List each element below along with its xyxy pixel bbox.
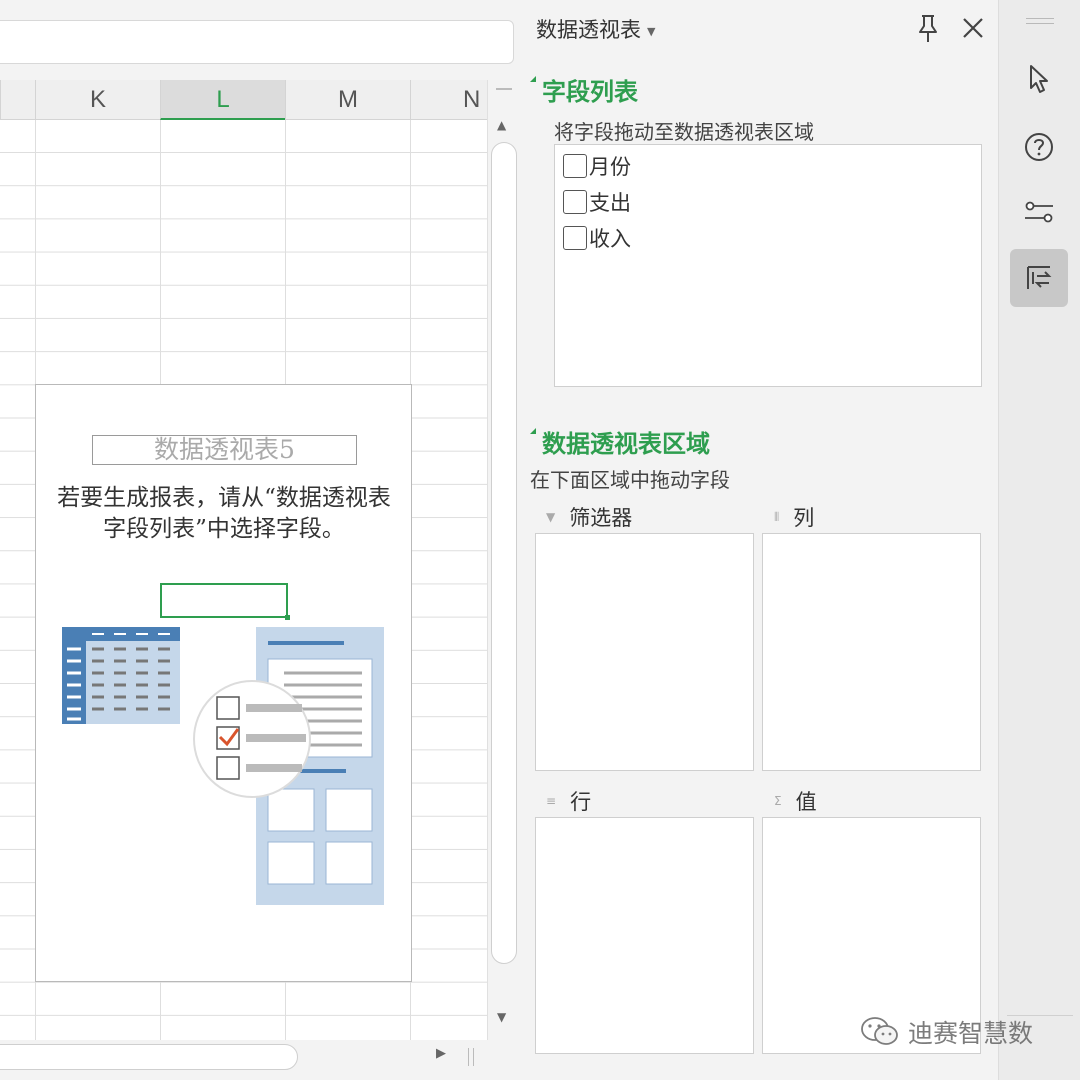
- spreadsheet-area: K L M N 数据透视表5 若要生成报表，请从“数据透视表字段列表”中选择字段…: [0, 0, 518, 1080]
- field-checkbox[interactable]: [563, 154, 587, 178]
- column-header-l[interactable]: L: [160, 80, 285, 120]
- field-list: 月份 支出 收入: [554, 144, 982, 387]
- collapse-triangle-icon: [530, 76, 536, 82]
- vertical-scroll-thumb[interactable]: [491, 142, 517, 964]
- close-button[interactable]: [958, 12, 988, 44]
- horizontal-split-grip-icon[interactable]: [468, 1048, 474, 1066]
- column-header-j-partial[interactable]: [0, 80, 35, 120]
- toolbar-grip-icon[interactable]: [1026, 18, 1054, 24]
- scroll-right-icon[interactable]: ▶: [436, 1046, 446, 1061]
- pivot-table-hint: 若要生成报表，请从“数据透视表字段列表”中选择字段。: [57, 485, 391, 542]
- split-grip-icon[interactable]: [496, 88, 512, 90]
- filter-drop-zone[interactable]: [535, 533, 754, 771]
- selected-cell[interactable]: [160, 583, 290, 620]
- rows-zone-label: ≡ 行: [546, 786, 591, 816]
- rows-drop-zone[interactable]: [535, 817, 754, 1054]
- columns-zone-label: ⦀ 列: [774, 502, 814, 532]
- horizontal-scroll-thumb[interactable]: [0, 1044, 298, 1070]
- field-label: 收入: [589, 227, 631, 251]
- pivot-illustration-icon: [62, 627, 384, 905]
- settings-sliders-icon: [1025, 201, 1053, 223]
- column-header-k[interactable]: K: [35, 80, 160, 120]
- field-item-income[interactable]: 收入: [563, 223, 631, 253]
- watermark-text: 迪赛智慧数: [908, 1019, 1034, 1048]
- pivot-fields-icon: [1027, 266, 1052, 289]
- scroll-up-icon[interactable]: ▲: [497, 118, 506, 132]
- close-icon: [963, 18, 983, 38]
- help-icon: [1025, 133, 1053, 161]
- field-list-hint: 将字段拖动至数据透视表区域: [554, 120, 814, 144]
- column-header-n[interactable]: N: [410, 80, 487, 120]
- watermark: 迪赛智慧数: [860, 1014, 1033, 1050]
- pivot-areas-hint: 在下面区域中拖动字段: [530, 468, 730, 492]
- values-zone-label: Σ值: [774, 786, 817, 816]
- rows-icon: ≡: [546, 794, 557, 808]
- field-checkbox[interactable]: [563, 226, 587, 250]
- pivot-fields-button[interactable]: [1010, 249, 1068, 307]
- columns-icon: ⦀: [774, 509, 780, 524]
- field-list-heading[interactable]: 字段列表: [530, 72, 638, 107]
- scroll-down-icon[interactable]: ▼: [497, 1010, 506, 1024]
- horizontal-scrollbar[interactable]: ▶: [0, 1040, 487, 1080]
- side-toolbar: [998, 0, 1080, 1080]
- column-header-m[interactable]: M: [285, 80, 410, 120]
- field-label: 月份: [589, 155, 631, 179]
- vertical-scrollbar[interactable]: ▲ ▼: [487, 80, 518, 1040]
- columns-zone-label-text: 列: [793, 506, 815, 530]
- pin-icon: [919, 15, 937, 42]
- wechat-logo-icon: [861, 1017, 898, 1045]
- field-list-heading-text: 字段列表: [542, 78, 638, 106]
- filter-icon: ▼: [546, 510, 556, 524]
- panel-title: 数据透视表: [536, 18, 641, 42]
- settings-button[interactable]: [1010, 183, 1068, 241]
- pivot-table-name: 数据透视表5: [92, 435, 357, 465]
- pivot-areas-heading[interactable]: 数据透视表区域: [530, 424, 710, 459]
- field-item-month[interactable]: 月份: [563, 151, 631, 181]
- chevron-down-icon: ▼: [647, 24, 656, 38]
- pivot-table-panel: 数据透视表 ▼ 字段列表 将字段拖动至数据透视表区域 月份 支出 收入 数据透视表…: [518, 0, 998, 1080]
- field-item-expense[interactable]: 支出: [563, 187, 631, 217]
- values-zone-label-text: 值: [795, 790, 817, 814]
- formula-bar[interactable]: [0, 20, 514, 64]
- collapse-triangle-icon: [530, 428, 536, 434]
- rows-zone-label-text: 行: [570, 790, 592, 814]
- columns-drop-zone[interactable]: [762, 533, 981, 771]
- pointer-icon: [1030, 65, 1048, 93]
- pivot-table-placeholder[interactable]: 数据透视表5 若要生成报表，请从“数据透视表字段列表”中选择字段。: [35, 384, 412, 982]
- help-button[interactable]: [1010, 118, 1068, 176]
- sigma-icon: Σ: [774, 794, 782, 808]
- field-label: 支出: [589, 191, 631, 215]
- filter-zone-label: ▼ 筛选器: [546, 502, 632, 532]
- filter-zone-label-text: 筛选器: [569, 506, 633, 530]
- pivot-areas-heading-text: 数据透视表区域: [542, 430, 710, 458]
- select-tool-button[interactable]: [1010, 50, 1068, 108]
- field-checkbox[interactable]: [563, 190, 587, 214]
- pin-button[interactable]: [913, 12, 943, 44]
- panel-title-dropdown[interactable]: 数据透视表 ▼: [536, 14, 655, 44]
- column-header-row: K L M N: [0, 80, 487, 120]
